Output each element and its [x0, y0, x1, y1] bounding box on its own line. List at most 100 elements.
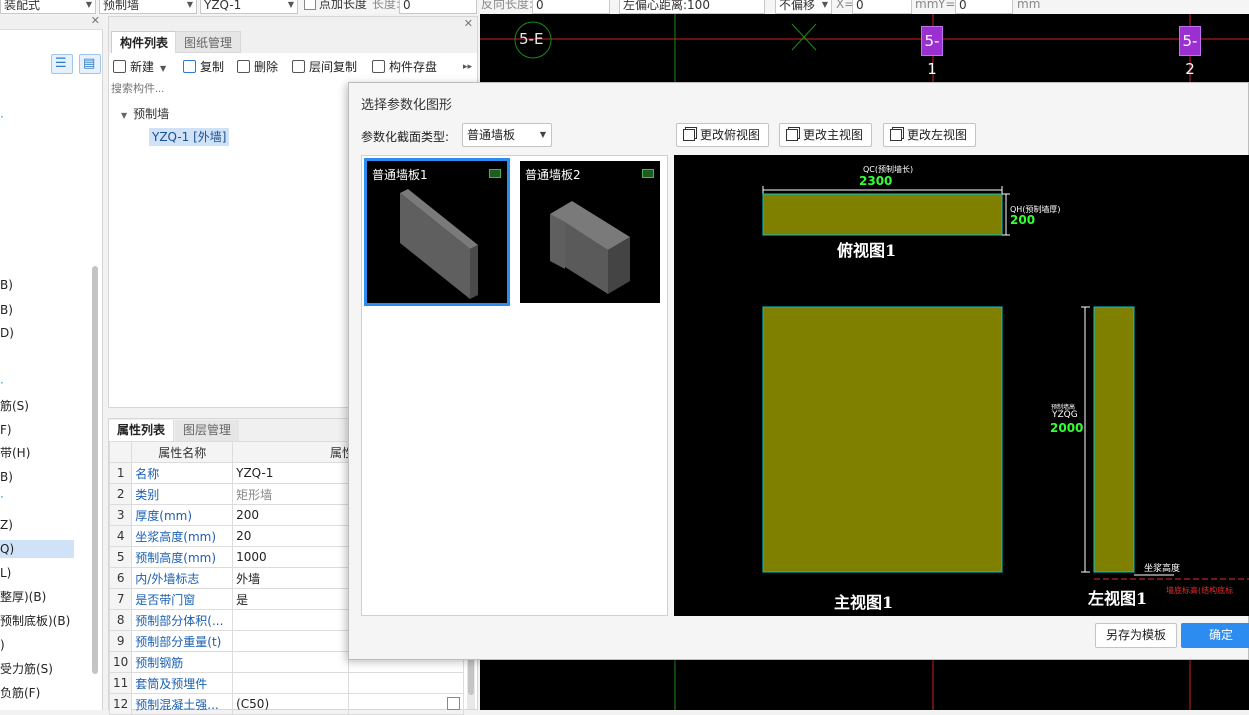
change-front-view-button[interactable]: 更改主视图: [779, 123, 873, 147]
tree-item[interactable]: Z): [0, 516, 13, 534]
tree-item-selected[interactable]: Q): [0, 540, 74, 558]
change-top-view-button[interactable]: 更改俯视图: [676, 123, 770, 147]
reverse-length-input[interactable]: 0: [532, 0, 610, 14]
tree-item[interactable]: 预制底板)(B): [0, 612, 70, 630]
delete-button[interactable]: 删除: [237, 58, 278, 76]
x-unit-label: mm: [915, 0, 939, 11]
ok-button[interactable]: 确定: [1181, 623, 1249, 648]
table-row[interactable]: 11 套筒及预埋件: [108, 672, 465, 694]
view-icon: [786, 129, 798, 141]
offset-mode-select[interactable]: 不偏移 ▼: [775, 0, 832, 14]
checkbox-icon[interactable]: [446, 697, 460, 710]
tree-item[interactable]: 负筋(F): [0, 684, 40, 702]
dialog-title: 选择参数化图形: [361, 98, 453, 113]
prop-name: 是否带门窗: [131, 588, 234, 610]
tree-scrollbar[interactable]: [92, 266, 98, 674]
prop-value[interactable]: YZQ-1: [232, 462, 349, 484]
shape-thumb-wall-panel-1[interactable]: 普通墙板1: [364, 158, 510, 306]
mode-select-value: 装配式: [4, 0, 41, 12]
shape-preview-canvas[interactable]: QC(预制墙长) 2300 QH(预制墙厚) 200 俯视图1 预制墙高 YZQ…: [674, 155, 1249, 616]
prop-value[interactable]: [232, 651, 349, 673]
tree-item[interactable]: B): [0, 468, 13, 486]
tree-marker-icon: ·: [0, 490, 4, 504]
prop-value[interactable]: 是: [232, 588, 349, 610]
chevron-down-icon: ▼: [186, 0, 193, 9]
tree-root-prefab-wall[interactable]: ▼ 预制墙: [121, 105, 169, 125]
chevron-down-icon: ▼: [821, 0, 828, 9]
x-input[interactable]: 0: [852, 0, 912, 14]
close-icon[interactable]: ✕: [464, 17, 473, 30]
new-file-icon: [113, 60, 126, 73]
tree-item[interactable]: ): [0, 636, 5, 654]
left-offset-field[interactable]: 左偏心距离:100: [619, 0, 765, 14]
tab-property-list[interactable]: 属性列表: [109, 420, 175, 441]
shape-thumb-wall-panel-2[interactable]: 普通墙板2: [520, 161, 660, 303]
mode-select[interactable]: 装配式 ▼: [0, 0, 96, 14]
expand-icon: ▼: [121, 111, 128, 120]
row-num: 10: [108, 651, 133, 673]
section-type-value: 普通墙板: [467, 128, 516, 142]
row-num: 12: [108, 693, 133, 715]
prop-value[interactable]: [232, 609, 349, 631]
more-commands-icon[interactable]: ▸▸: [463, 58, 472, 76]
prop-value[interactable]: 200: [232, 504, 349, 526]
prop-value[interactable]: 20: [232, 525, 349, 547]
component-name-select[interactable]: YZQ-1 ▼: [200, 0, 298, 14]
change-left-view-button[interactable]: 更改左视图: [883, 123, 977, 147]
length-input[interactable]: 0: [399, 0, 477, 14]
prop-name: 预制部分重量(t): [131, 630, 234, 652]
copy-button[interactable]: 复制: [183, 58, 224, 76]
axis-tag[interactable]: 5-1: [921, 26, 943, 78]
tree-item[interactable]: D): [0, 324, 14, 342]
prop-value[interactable]: [232, 672, 349, 694]
chevron-down-icon: ▼: [539, 130, 546, 139]
component-type-value: 预制墙: [103, 0, 140, 12]
component-type-select[interactable]: 预制墙 ▼: [99, 0, 197, 14]
prop-name: 预制高度(mm): [131, 546, 234, 568]
tree-item[interactable]: 整厚)(B): [0, 588, 46, 606]
tree-item[interactable]: B): [0, 276, 13, 294]
tab-component-list[interactable]: 构件列表: [111, 31, 178, 53]
tree-item[interactable]: 受力筋(S): [0, 660, 53, 678]
prop-value[interactable]: (C50): [232, 693, 349, 715]
trash-icon: [237, 60, 250, 73]
prop-value[interactable]: [232, 630, 349, 652]
floor-copy-label: 层间复制: [309, 60, 358, 74]
col-num-header: [108, 441, 133, 463]
new-button[interactable]: 新建 ▼: [113, 58, 166, 76]
tree-item[interactable]: F): [0, 421, 12, 439]
section-type-select[interactable]: 普通墙板 ▼: [462, 123, 552, 147]
prop-value[interactable]: 矩形墙: [232, 483, 349, 505]
save-component-label: 构件存盘: [389, 60, 438, 74]
view-icon: [890, 129, 902, 141]
tree-item[interactable]: 筋(S): [0, 397, 29, 415]
save-as-template-button[interactable]: 另存为模板: [1095, 623, 1177, 648]
table-row[interactable]: 12 预制混凝土强... (C50): [108, 693, 465, 715]
tab-layer-management[interactable]: 图层管理: [175, 420, 240, 441]
parametric-shape-dialog: 选择参数化图形 参数化截面类型: 普通墙板 ▼ 更改俯视图 更改主视图 更改左视图…: [348, 82, 1249, 660]
axis-tag[interactable]: 5-2: [1179, 26, 1201, 78]
point-length-checkbox[interactable]: 点加长度: [304, 0, 367, 12]
prop-name: 类别: [131, 483, 234, 505]
detail-view-button[interactable]: ▤: [79, 54, 101, 74]
height-code: YZQG: [1052, 410, 1078, 420]
left-offset-label: 左偏心距离:: [623, 0, 688, 12]
tree-item[interactable]: L): [0, 564, 11, 582]
component-tree-panel: ✕ ☰ ▤ · · · B) B) D) 筋(S) F) 带(H) B) Z) …: [0, 14, 103, 710]
length-label: 长度:: [372, 0, 401, 11]
prop-value[interactable]: 1000: [232, 546, 349, 568]
point-length-label: 点加长度: [319, 0, 368, 11]
tree-item-yzq1[interactable]: YZQ-1 [外墙]: [149, 128, 230, 146]
floor-copy-button[interactable]: 层间复制: [292, 58, 357, 76]
y-input[interactable]: 0: [955, 0, 1013, 14]
tree-item[interactable]: 带(H): [0, 444, 30, 462]
row-num: 2: [108, 483, 133, 505]
new-label: 新建: [130, 60, 155, 74]
list-view-button[interactable]: ☰: [51, 54, 73, 74]
prop-value[interactable]: 外墙: [232, 567, 349, 589]
tree-item[interactable]: B): [0, 301, 13, 319]
save-component-button[interactable]: 构件存盘: [372, 58, 437, 76]
tab-drawing-management[interactable]: 图纸管理: [175, 31, 242, 53]
close-icon[interactable]: ✕: [91, 14, 100, 27]
copy-label: 复制: [200, 60, 225, 74]
